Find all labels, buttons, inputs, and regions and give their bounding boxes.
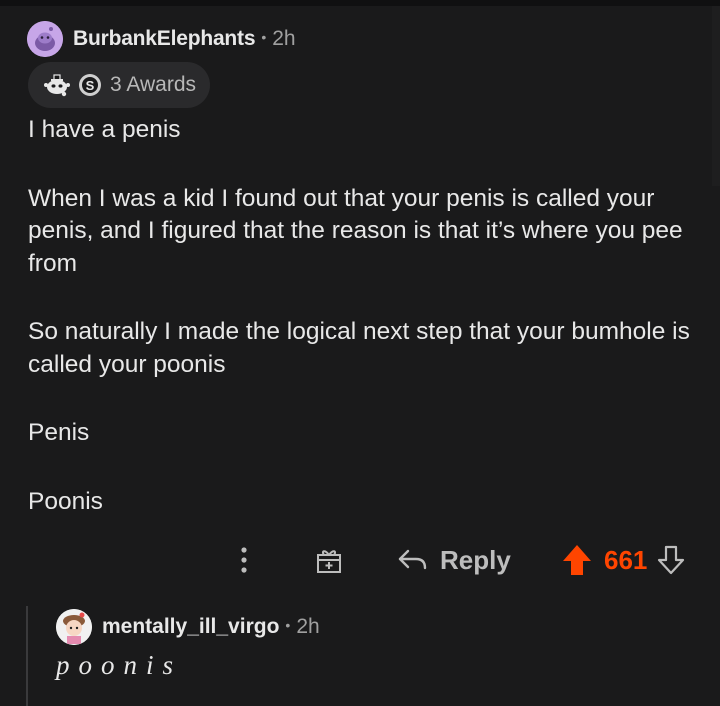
post-author[interactable]: BurbankElephants: [73, 27, 256, 51]
reply-author[interactable]: mentally_ill_virgo: [102, 615, 279, 639]
avatar[interactable]: [27, 21, 63, 57]
snoo-avatar-icon: [27, 21, 63, 57]
meta-separator: •: [285, 617, 291, 633]
post-paragraph: I have a penis: [28, 116, 181, 143]
more-icon: [241, 547, 247, 573]
upvote-icon[interactable]: [562, 544, 592, 576]
post-meta: • 2h: [261, 27, 295, 51]
post-body: I have a penis When I was a kid I found …: [28, 114, 712, 518]
silver-award-icon: S: [78, 73, 102, 97]
post-paragraph: So naturally I made the logical next ste…: [28, 318, 690, 378]
awards-pill[interactable]: S 3 Awards: [28, 62, 210, 108]
awards-count: 3 Awards: [110, 73, 196, 96]
post-paragraph: Penis: [28, 419, 90, 446]
reply-body: poonis: [56, 650, 183, 680]
top-divider: [0, 0, 720, 6]
downvote-icon[interactable]: [657, 545, 685, 575]
reply-button[interactable]: Reply: [396, 538, 511, 582]
post-header: BurbankElephants • 2h: [27, 20, 296, 58]
more-options-button[interactable]: [230, 538, 258, 582]
reply-meta: • 2h: [285, 615, 319, 639]
svg-text:S: S: [86, 78, 95, 93]
award-button[interactable]: [312, 538, 346, 582]
meta-separator: •: [261, 29, 267, 45]
post-time: 2h: [272, 27, 296, 50]
reply-label: Reply: [440, 544, 511, 575]
comment-actions: Reply 661: [0, 538, 720, 582]
vote-control: 661: [562, 538, 685, 582]
post-paragraph: Poonis: [28, 487, 103, 515]
scrollbar[interactable]: [712, 6, 720, 186]
reply-header: mentally_ill_virgo • 2h: [56, 608, 320, 646]
vote-score: 661: [604, 544, 648, 575]
gift-icon: [317, 550, 341, 573]
avatar[interactable]: [56, 609, 92, 645]
wholesome-award-icon: [42, 72, 72, 98]
reply-time: 2h: [296, 615, 320, 638]
reply-arrow-icon: [398, 549, 427, 570]
thread-line[interactable]: [26, 606, 28, 706]
post-paragraph: When I was a kid I found out that your p…: [28, 184, 683, 277]
user-avatar-icon: [56, 609, 92, 645]
